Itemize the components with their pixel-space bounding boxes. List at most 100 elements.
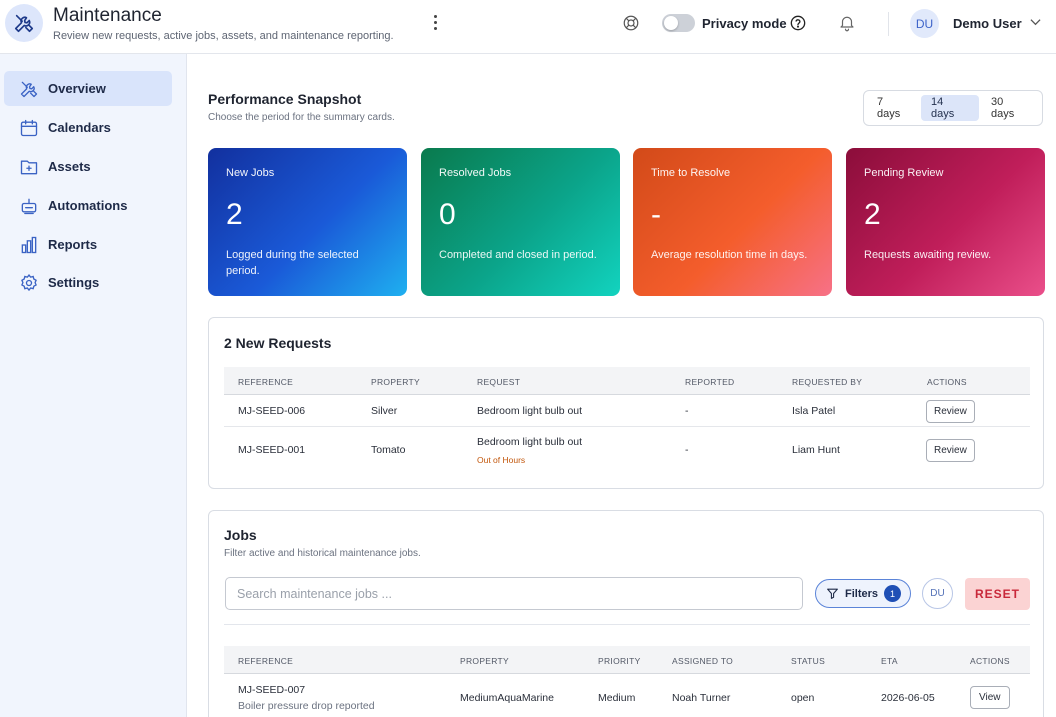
avatar[interactable]: DU xyxy=(910,9,939,38)
cell-request: Bedroom light bulb out xyxy=(477,405,583,417)
tools-icon xyxy=(14,14,34,33)
sidebar-item-label: Assets xyxy=(48,159,91,174)
sidebar-item-label: Reports xyxy=(48,237,98,252)
review-button[interactable]: Review xyxy=(926,400,975,423)
cell-property: Tomato xyxy=(371,444,406,456)
sidebar: Overview Calendars Assets Automations Re… xyxy=(0,54,187,717)
card-description: Logged during the selected period. xyxy=(226,249,359,277)
lifebuoy-icon[interactable] xyxy=(622,14,640,32)
column-header: STATUS xyxy=(791,656,826,666)
user-name[interactable]: Demo User xyxy=(953,16,1022,31)
column-header: REQUESTED BY xyxy=(792,377,863,387)
filters-count-badge: 1 xyxy=(884,585,902,602)
time-to-resolve-card[interactable]: Time to Resolve - Average resolution tim… xyxy=(633,148,832,296)
app-header: Maintenance Review new requests, active … xyxy=(0,0,1056,54)
sidebar-item-settings[interactable]: Settings xyxy=(4,265,172,300)
sidebar-item-label: Calendars xyxy=(48,120,111,135)
range-30-days[interactable]: 30 days xyxy=(981,95,1039,121)
column-header: PROPERTY xyxy=(460,656,510,666)
requests-table-header: REFERENCE PROPERTY REQUEST REPORTED REQU… xyxy=(224,367,1030,395)
cell-priority: Medium xyxy=(598,692,636,704)
sidebar-item-reports[interactable]: Reports xyxy=(4,227,172,262)
card-label: Pending Review xyxy=(864,167,944,179)
column-header: REFERENCE xyxy=(238,377,294,387)
search-input[interactable] xyxy=(226,578,802,609)
sidebar-item-label: Automations xyxy=(48,198,128,213)
search-field[interactable] xyxy=(225,577,803,610)
card-value: 2 xyxy=(864,198,881,231)
maintenance-logo[interactable] xyxy=(5,4,43,42)
card-value: - xyxy=(651,198,661,231)
snapshot-subtitle: Choose the period for the summary cards. xyxy=(208,112,395,123)
automation-icon xyxy=(19,196,39,216)
sidebar-item-overview[interactable]: Overview xyxy=(4,71,172,106)
column-header: ACTIONS xyxy=(927,377,967,387)
bar-chart-icon xyxy=(19,235,39,255)
cell-request: Bedroom light bulb out xyxy=(477,436,583,448)
table-row[interactable]: MJ-SEED-007 Boiler pressure drop reporte… xyxy=(224,675,1030,717)
filters-label: Filters xyxy=(845,587,879,600)
header-divider xyxy=(888,12,889,36)
card-label: Resolved Jobs xyxy=(439,167,512,179)
view-button[interactable]: View xyxy=(970,686,1010,709)
reset-button[interactable]: RESET xyxy=(965,578,1030,610)
tools-icon xyxy=(19,79,39,99)
question-icon[interactable] xyxy=(790,15,806,31)
table-row[interactable]: MJ-SEED-001 Tomato Bedroom light bulb ou… xyxy=(224,427,1030,473)
user-filter-chip[interactable]: DU xyxy=(922,578,953,609)
cell-requested-by: Isla Patel xyxy=(792,405,836,417)
card-description: Average resolution time in days. xyxy=(651,249,808,261)
more-options-icon[interactable] xyxy=(426,11,444,33)
range-selector: 7 days 14 days 30 days xyxy=(863,90,1043,126)
sidebar-item-label: Settings xyxy=(48,275,100,290)
assets-icon xyxy=(19,157,39,177)
jobs-subtitle: Filter active and historical maintenance… xyxy=(224,548,421,559)
jobs-table-header: REFERENCE PROPERTY PRIORITY ASSIGNED TO … xyxy=(224,646,1030,674)
column-header: ASSIGNED TO xyxy=(672,656,734,666)
cell-eta: 2026-06-05 xyxy=(881,692,935,704)
jobs-panel: Jobs Filter active and historical mainte… xyxy=(208,510,1044,717)
column-header: ACTIONS xyxy=(970,656,1010,666)
card-description: Completed and closed in period. xyxy=(439,249,597,261)
new-requests-panel: 2 New Requests REFERENCE PROPERTY REQUES… xyxy=(208,317,1044,489)
column-header: REPORTED xyxy=(685,377,735,387)
gear-icon xyxy=(19,273,39,293)
cell-reference: MJ-SEED-001 xyxy=(238,444,306,456)
card-value: 2 xyxy=(226,198,243,231)
requests-title: 2 New Requests xyxy=(224,335,332,351)
new-jobs-card[interactable]: New Jobs 2 Logged during the selected pe… xyxy=(208,148,407,296)
cell-reference: MJ-SEED-006 xyxy=(238,405,306,417)
table-row[interactable]: MJ-SEED-006 Silver Bedroom light bulb ou… xyxy=(224,396,1030,427)
cell-property: Silver xyxy=(371,405,398,417)
resolved-jobs-card[interactable]: Resolved Jobs 0 Completed and closed in … xyxy=(421,148,620,296)
filter-icon xyxy=(827,588,838,599)
card-value: 0 xyxy=(439,198,456,231)
card-description: Requests awaiting review. xyxy=(864,249,992,261)
divider xyxy=(224,624,1030,625)
privacy-toggle[interactable] xyxy=(662,14,695,32)
cell-status: open xyxy=(791,692,815,704)
chevron-down-icon[interactable] xyxy=(1030,18,1041,26)
range-14-days[interactable]: 14 days xyxy=(920,95,979,121)
calendar-icon xyxy=(19,118,39,138)
out-of-hours-tag: Out of Hours xyxy=(477,455,526,465)
sidebar-item-calendars[interactable]: Calendars xyxy=(4,110,172,145)
cell-requested-by: Liam Hunt xyxy=(792,444,840,456)
page-subtitle: Review new requests, active jobs, assets… xyxy=(53,30,394,42)
review-button[interactable]: Review xyxy=(926,439,975,462)
column-header: PRIORITY xyxy=(598,656,641,666)
cell-reported: - xyxy=(685,444,689,456)
cell-description: Boiler pressure drop reported xyxy=(238,700,375,712)
sidebar-item-automations[interactable]: Automations xyxy=(4,188,172,223)
snapshot-title: Performance Snapshot xyxy=(208,91,362,107)
pending-review-card[interactable]: Pending Review 2 Requests awaiting revie… xyxy=(846,148,1045,296)
column-header: REQUEST xyxy=(477,377,521,387)
sidebar-item-label: Overview xyxy=(48,81,106,96)
sidebar-item-assets[interactable]: Assets xyxy=(4,149,172,184)
range-7-days[interactable]: 7 days xyxy=(867,95,919,121)
cell-reference: MJ-SEED-007 xyxy=(238,684,306,696)
filters-button[interactable]: Filters 1 xyxy=(815,579,911,608)
cell-reported: - xyxy=(685,405,689,417)
jobs-title: Jobs xyxy=(224,527,257,543)
bell-icon[interactable] xyxy=(838,13,856,32)
